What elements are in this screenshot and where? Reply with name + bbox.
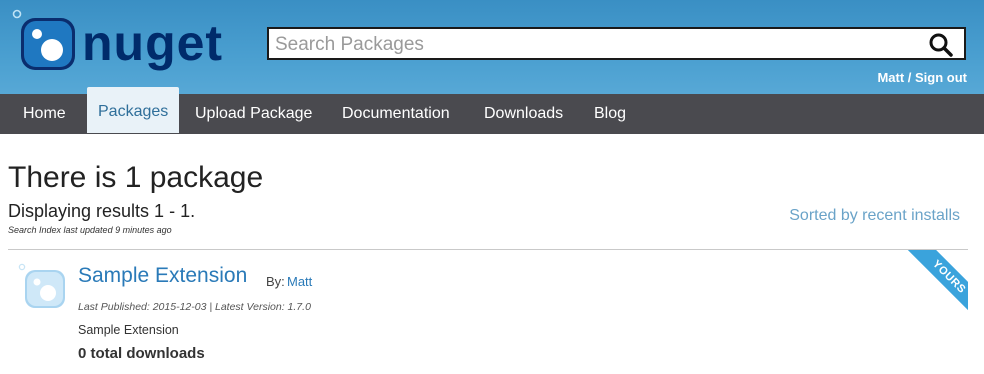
package-title-link[interactable]: Sample Extension xyxy=(78,264,247,288)
package-author-link[interactable]: Matt xyxy=(287,274,312,289)
nav-item-documentation[interactable]: Documentation xyxy=(342,94,450,134)
results-divider xyxy=(8,249,968,250)
yours-badge: YOURS xyxy=(903,250,968,318)
nav-item-upload-package[interactable]: Upload Package xyxy=(195,94,312,134)
package-icon xyxy=(18,263,65,308)
results-heading: There is 1 package xyxy=(8,161,264,194)
nav-item-home[interactable]: Home xyxy=(23,94,66,134)
index-updated-note: Search Index last updated 9 minutes ago xyxy=(8,225,172,235)
user-signout-link[interactable]: Matt / Sign out xyxy=(877,70,967,85)
nav-item-downloads[interactable]: Downloads xyxy=(484,94,563,134)
yours-ribbon: YOURS xyxy=(888,250,968,318)
results-range: Displaying results 1 - 1. xyxy=(8,201,196,221)
nuget-logo[interactable]: nuget xyxy=(12,8,237,76)
search-input[interactable] xyxy=(273,31,917,59)
package-downloads: 0 total downloads xyxy=(78,345,205,362)
main-nav: Home Packages Upload Package Documentati… xyxy=(0,87,984,134)
nav-item-blog[interactable]: Blog xyxy=(594,94,626,134)
nav-item-packages[interactable]: Packages xyxy=(87,87,180,133)
sort-link[interactable]: Sorted by recent installs xyxy=(789,207,960,225)
logo-text: nuget xyxy=(82,15,224,71)
package-meta: Last Published: 2015-12-03 | Latest Vers… xyxy=(78,301,311,313)
package-by-label: By: xyxy=(266,274,285,289)
search-box xyxy=(267,27,966,60)
search-icon[interactable] xyxy=(928,32,954,58)
site-header: nuget Matt / Sign out xyxy=(0,0,984,94)
nuget-logo-icon xyxy=(12,9,75,70)
package-description: Sample Extension xyxy=(78,323,179,337)
